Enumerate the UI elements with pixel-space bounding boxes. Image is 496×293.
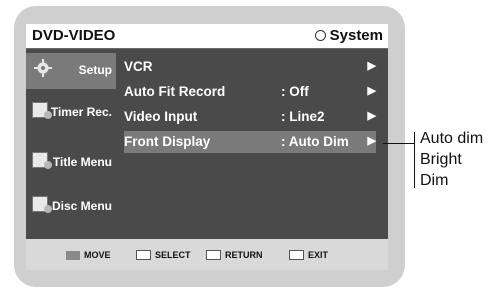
- sidebar-item-setup[interactable]: Setup: [26, 53, 116, 89]
- sidebar-item-label: Timer Rec.: [50, 105, 112, 119]
- menu-row-video-input[interactable]: Video Input : Line2 ▶: [124, 106, 376, 128]
- osd-header: DVD-VIDEO System: [26, 24, 388, 49]
- move-label: MOVE: [84, 250, 111, 260]
- front-display-options: Auto dim Bright Dim: [420, 128, 483, 191]
- return-label: RETURN: [225, 250, 263, 260]
- right-arrow-icon: ▶: [367, 85, 376, 97]
- row-name: Front Display: [124, 134, 211, 149]
- system-circle-icon: [314, 30, 326, 41]
- exit-label: EXIT: [308, 250, 329, 260]
- exit-hint: EXIT: [289, 250, 328, 260]
- right-arrow-icon: ▶: [367, 110, 376, 122]
- sidebar-item-label: Setup: [78, 63, 112, 77]
- option-dim: Dim: [420, 172, 449, 189]
- move-hint: MOVE: [66, 250, 111, 260]
- select-key-icon: [136, 250, 151, 260]
- menu-row-front-display[interactable]: Front Display : Auto Dim ▶: [124, 131, 376, 153]
- sidebar: Setup Timer Rec. Title Menu Disc Menu: [26, 49, 116, 239]
- menu-row-vcr[interactable]: VCR ▶: [124, 56, 376, 78]
- system-label: System: [329, 27, 383, 44]
- return-hint: RETURN: [206, 250, 263, 260]
- move-key-icon: [66, 250, 80, 260]
- return-key-icon: [206, 250, 221, 260]
- select-label: SELECT: [155, 250, 191, 260]
- right-arrow-icon: ▶: [367, 135, 376, 147]
- menu-content: VCR ▶ Auto Fit Record : Off ▶ Video Inpu…: [116, 49, 388, 239]
- option-bright: Bright: [420, 151, 462, 168]
- select-hint: SELECT: [136, 250, 191, 260]
- menu-row-auto-fit-record[interactable]: Auto Fit Record : Off ▶: [124, 81, 376, 103]
- sidebar-item-title-menu[interactable]: Title Menu: [26, 145, 116, 181]
- osd-screen: DVD-VIDEO System Setup Timer Rec. Title …: [26, 24, 388, 270]
- callout-line: [383, 143, 415, 144]
- row-value: : Off: [281, 84, 309, 99]
- callout-bracket: [414, 132, 415, 188]
- dvd-video-title: DVD-VIDEO: [32, 27, 116, 44]
- row-value: : Line2: [281, 109, 325, 124]
- row-value: : Auto Dim: [281, 134, 349, 149]
- exit-key-icon: [289, 250, 304, 260]
- right-arrow-icon: ▶: [367, 60, 376, 72]
- row-name: VCR: [124, 59, 153, 74]
- sidebar-item-label: Disc Menu: [51, 199, 112, 213]
- sidebar-item-timer-rec[interactable]: Timer Rec.: [26, 95, 116, 131]
- sidebar-item-disc-menu[interactable]: Disc Menu: [26, 189, 116, 225]
- sidebar-item-label: Title Menu: [52, 155, 112, 169]
- row-name: Auto Fit Record: [124, 84, 226, 99]
- osd-footer: MOVE SELECT RETURN EXIT: [26, 239, 388, 270]
- option-auto-dim: Auto dim: [420, 130, 484, 147]
- row-name: Video Input: [124, 109, 198, 124]
- system-title: System: [314, 27, 383, 44]
